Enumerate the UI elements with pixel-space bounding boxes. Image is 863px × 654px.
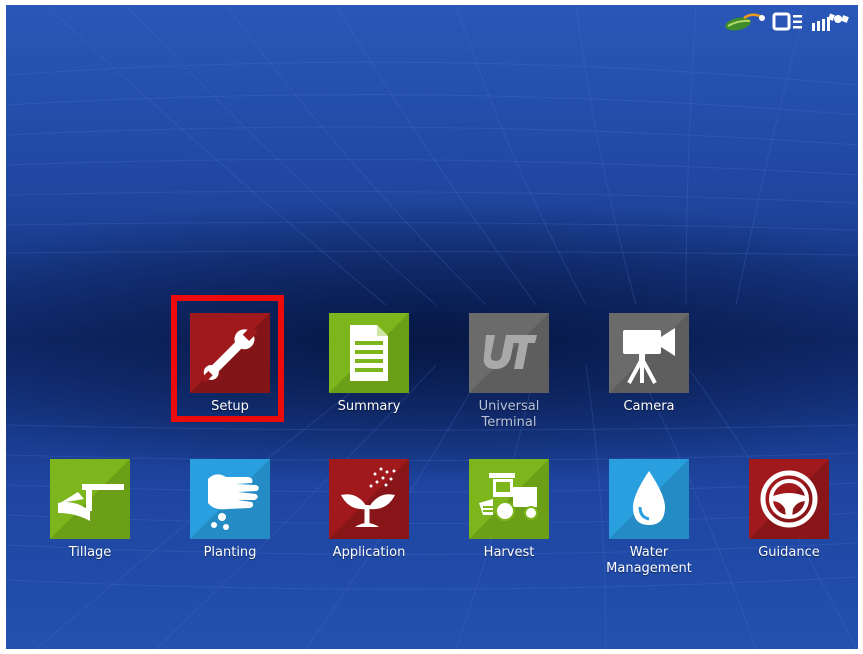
tillage-tile[interactable] xyxy=(50,459,130,539)
summary-tile[interactable] xyxy=(329,313,409,393)
guidance-label: Guidance xyxy=(758,545,820,560)
steering-wheel-icon xyxy=(749,459,829,539)
water-management-app[interactable]: Water Management xyxy=(594,459,704,577)
combine-icon xyxy=(469,459,549,539)
selection-highlight xyxy=(171,295,284,422)
hand-seed-icon xyxy=(190,459,270,539)
planting-app[interactable]: Planting xyxy=(175,459,285,561)
tillage-label: Tillage xyxy=(68,545,112,560)
application-label: Application xyxy=(332,545,406,560)
guidance-tile[interactable] xyxy=(749,459,829,539)
camera-tile[interactable] xyxy=(609,313,689,393)
harvest-label: Harvest xyxy=(483,545,535,560)
camera-icon xyxy=(609,313,689,393)
planting-label: Planting xyxy=(203,545,257,560)
harvest-app[interactable]: Harvest xyxy=(454,459,564,561)
ut-icon xyxy=(469,313,549,393)
summary-app[interactable]: Summary xyxy=(314,313,424,415)
status-bar xyxy=(722,9,850,35)
water-drop-icon xyxy=(609,459,689,539)
camera-label: Camera xyxy=(623,399,675,414)
application-app[interactable]: Application xyxy=(314,459,424,561)
sprout-spray-icon xyxy=(329,459,409,539)
camera-app[interactable]: Camera xyxy=(594,313,704,415)
leaf-sync-icon[interactable] xyxy=(722,12,766,32)
tillage-app[interactable]: Tillage xyxy=(35,459,145,561)
plow-icon xyxy=(50,459,130,539)
universal-terminal-app[interactable]: Universal Terminal xyxy=(454,313,564,431)
planting-tile[interactable] xyxy=(190,459,270,539)
guidance-app[interactable]: Guidance xyxy=(734,459,844,561)
display-connection-icon[interactable] xyxy=(772,11,804,33)
satellite-signal-icon[interactable] xyxy=(810,11,850,33)
universal-terminal-tile[interactable] xyxy=(469,313,549,393)
document-icon xyxy=(329,313,409,393)
summary-label: Summary xyxy=(337,399,401,414)
application-tile[interactable] xyxy=(329,459,409,539)
harvest-tile[interactable] xyxy=(469,459,549,539)
universal-terminal-label: Universal Terminal xyxy=(478,399,540,430)
water-management-tile[interactable] xyxy=(609,459,689,539)
water-management-label: Water Management xyxy=(606,545,692,576)
